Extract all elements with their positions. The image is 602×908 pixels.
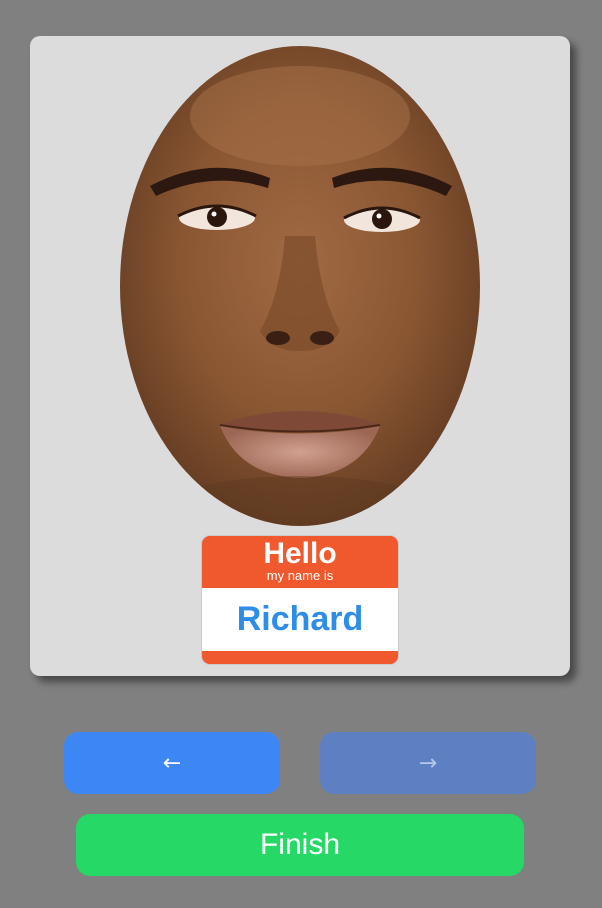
name-tag-subtitle: my name is bbox=[266, 568, 334, 583]
face-card: Hello my name is Richard bbox=[30, 36, 570, 676]
previous-button[interactable]: ← bbox=[64, 732, 280, 794]
arrow-right-icon: → bbox=[418, 750, 438, 776]
arrow-left-icon: ← bbox=[162, 750, 182, 776]
finish-button[interactable]: Finish bbox=[76, 814, 524, 876]
name-tag-name-area: Richard bbox=[202, 588, 398, 651]
next-button[interactable]: → bbox=[320, 732, 536, 794]
name-tag-header: Hello my name is bbox=[202, 536, 398, 588]
name-tag-hello: Hello bbox=[263, 537, 337, 570]
name-tag: Hello my name is Richard bbox=[202, 536, 398, 664]
name-tag-name: Richard bbox=[236, 600, 364, 638]
face-photo bbox=[120, 46, 480, 526]
